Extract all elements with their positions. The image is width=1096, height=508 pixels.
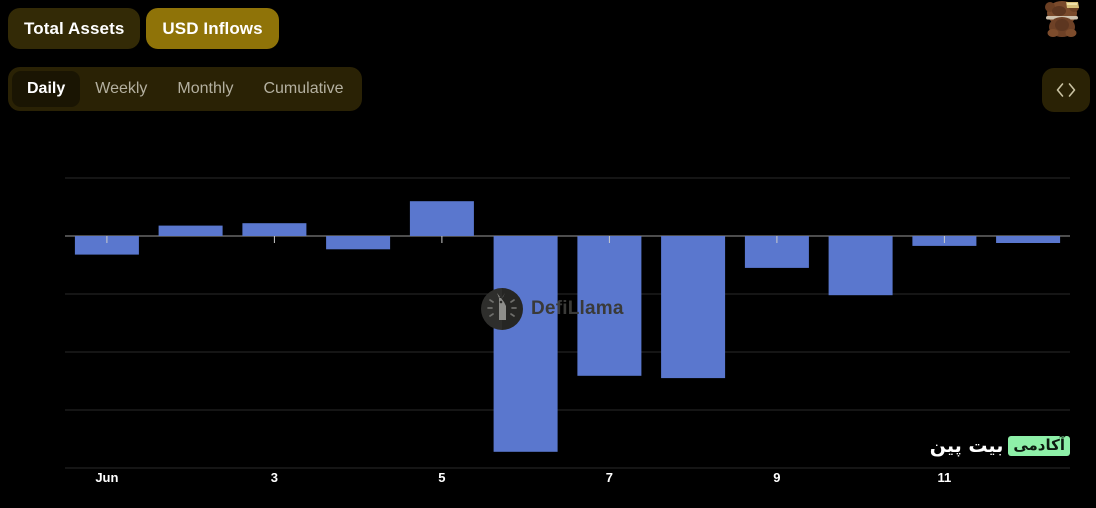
chart-gridlines (65, 177, 1070, 469)
bitpin-academy-logo: آکادمی بیت پین (930, 436, 1070, 456)
x-axis-tick-label: 5 (438, 470, 446, 485)
tab-daily[interactable]: Daily (12, 71, 81, 107)
chart-bar[interactable] (242, 223, 307, 236)
chart-bar[interactable] (996, 236, 1061, 243)
x-axis-tick-label: 3 (270, 470, 279, 485)
chart-x-axis: Jun 3 5 7 9 11 (0, 470, 1096, 500)
bitpin-academy-badge: آکادمی (1008, 436, 1070, 456)
embed-code-button[interactable] (1042, 68, 1090, 112)
tab-cumulative[interactable]: Cumulative (248, 71, 358, 107)
chart-bar[interactable] (828, 236, 893, 296)
bear-mascot-icon (1045, 1, 1079, 37)
chart-bar[interactable] (409, 201, 474, 236)
x-axis-tick-label: 9 (773, 470, 781, 485)
metric-toggle-group: Total Assets USD Inflows (8, 8, 279, 49)
chart-bar[interactable] (577, 236, 642, 376)
chart-bar[interactable] (326, 236, 391, 250)
metric-tab-total-assets[interactable]: Total Assets (8, 8, 141, 49)
bear-mascot-avatar[interactable] (1038, 0, 1086, 38)
code-brackets-icon (1056, 83, 1076, 97)
metric-tab-usd-inflows[interactable]: USD Inflows (146, 8, 279, 49)
x-axis-tick-label: 11 (937, 470, 952, 485)
chart-bars[interactable] (74, 201, 1061, 452)
tab-weekly[interactable]: Weekly (80, 71, 162, 107)
period-tab-group: Daily Weekly Monthly Cumulative (8, 67, 363, 111)
x-axis-tick-label: Jun (95, 470, 119, 485)
x-axis-tick-label: 7 (605, 470, 614, 485)
chart-bar[interactable] (158, 225, 223, 236)
chart-bar[interactable] (661, 236, 726, 379)
bitpin-wordmark: بیت پین (929, 434, 1004, 457)
chart-bar[interactable] (493, 236, 558, 452)
tab-monthly[interactable]: Monthly (162, 71, 248, 107)
